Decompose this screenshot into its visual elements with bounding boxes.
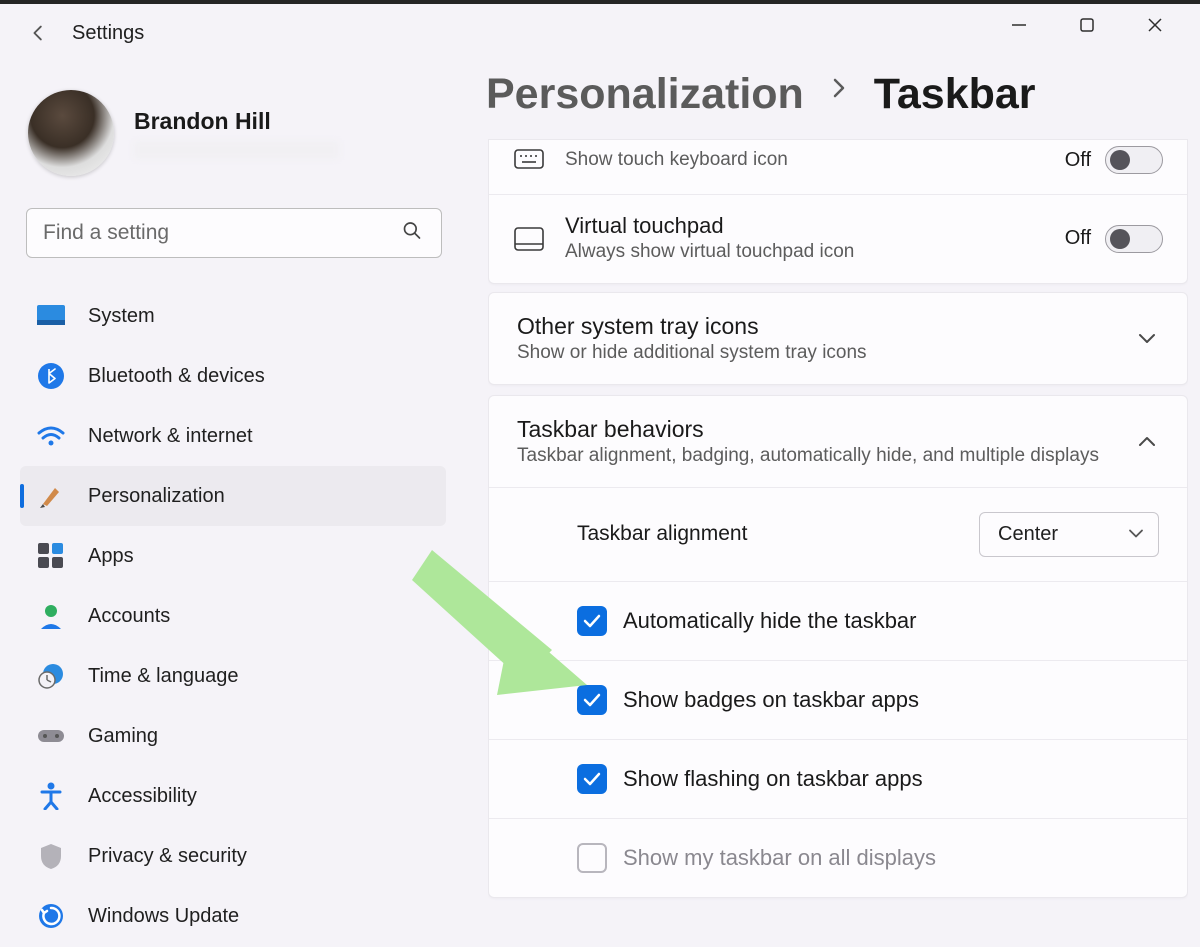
toggle-virtual-touchpad[interactable] bbox=[1105, 225, 1163, 253]
sidebar-item-label: Accounts bbox=[88, 605, 170, 628]
checkbox-label: Automatically hide the taskbar bbox=[623, 608, 917, 634]
chevron-down-icon bbox=[1128, 523, 1144, 546]
gamepad-icon bbox=[36, 721, 66, 751]
sidebar-item-windows-update[interactable]: Windows Update bbox=[20, 886, 446, 946]
maximize-button[interactable] bbox=[1070, 8, 1104, 42]
profile-email-redacted bbox=[134, 141, 339, 159]
update-icon bbox=[36, 901, 66, 931]
sidebar-item-label: System bbox=[88, 305, 155, 328]
alignment-label: Taskbar alignment bbox=[577, 522, 959, 546]
checkbox-label: Show flashing on taskbar apps bbox=[623, 766, 923, 792]
clock-globe-icon bbox=[36, 661, 66, 691]
sidebar-item-network[interactable]: Network & internet bbox=[20, 406, 446, 466]
sidebar-item-label: Network & internet bbox=[88, 425, 253, 448]
checkbox-auto-hide[interactable] bbox=[577, 606, 607, 636]
chevron-right-icon bbox=[830, 76, 848, 113]
avatar bbox=[28, 90, 114, 176]
sidebar-item-label: Personalization bbox=[88, 485, 225, 508]
checkbox-label: Show badges on taskbar apps bbox=[623, 687, 919, 713]
profile-name: Brandon Hill bbox=[134, 108, 339, 135]
setting-title: Virtual touchpad bbox=[565, 213, 1045, 239]
sidebar-item-label: Time & language bbox=[88, 665, 238, 688]
checkbox-label: Show my taskbar on all displays bbox=[623, 845, 936, 871]
sidebar-item-privacy[interactable]: Privacy & security bbox=[20, 826, 446, 886]
profile-block[interactable]: Brandon Hill bbox=[20, 90, 446, 202]
search-input[interactable] bbox=[26, 208, 442, 258]
chevron-up-icon bbox=[1135, 429, 1159, 453]
back-button[interactable] bbox=[24, 18, 54, 48]
shield-icon bbox=[36, 841, 66, 871]
toggle-touch-keyboard[interactable] bbox=[1105, 146, 1163, 174]
person-icon bbox=[36, 601, 66, 631]
sidebar-item-time-language[interactable]: Time & language bbox=[20, 646, 446, 706]
sidebar-item-label: Privacy & security bbox=[88, 845, 247, 868]
expander-title: Other system tray icons bbox=[517, 313, 1115, 340]
sidebar-item-accessibility[interactable]: Accessibility bbox=[20, 766, 446, 826]
toggle-state: Off bbox=[1065, 149, 1091, 172]
sidebar-item-apps[interactable]: Apps bbox=[20, 526, 446, 586]
sidebar-item-label: Gaming bbox=[88, 725, 158, 748]
sidebar-item-personalization[interactable]: Personalization bbox=[20, 466, 446, 526]
sidebar-item-label: Apps bbox=[88, 545, 134, 568]
sidebar-item-accounts[interactable]: Accounts bbox=[20, 586, 446, 646]
sidebar-item-label: Accessibility bbox=[88, 785, 197, 808]
sidebar-item-gaming[interactable]: Gaming bbox=[20, 706, 446, 766]
sidebar-item-bluetooth[interactable]: Bluetooth & devices bbox=[20, 346, 446, 406]
breadcrumb: Personalization Taskbar bbox=[480, 70, 1200, 139]
checkbox-badges[interactable] bbox=[577, 685, 607, 715]
search-icon bbox=[402, 221, 422, 246]
expander-title: Taskbar behaviors bbox=[517, 416, 1115, 443]
sidebar-item-label: Windows Update bbox=[88, 905, 239, 928]
monitor-icon bbox=[36, 301, 66, 331]
checkbox-all-displays bbox=[577, 843, 607, 873]
expander-taskbar-behaviors: Taskbar behaviors Taskbar alignment, bad… bbox=[488, 395, 1188, 898]
close-button[interactable] bbox=[1138, 8, 1172, 42]
breadcrumb-parent[interactable]: Personalization bbox=[486, 70, 804, 119]
minimize-button[interactable] bbox=[1002, 8, 1036, 42]
setting-subtitle: Show touch keyboard icon bbox=[565, 147, 865, 173]
row-badges[interactable]: Show badges on taskbar apps bbox=[489, 660, 1187, 739]
alignment-dropdown[interactable]: Center bbox=[979, 512, 1159, 557]
expander-subtitle: Taskbar alignment, badging, automaticall… bbox=[517, 445, 1115, 467]
wifi-icon bbox=[36, 421, 66, 451]
accessibility-icon bbox=[36, 781, 66, 811]
breadcrumb-current: Taskbar bbox=[874, 70, 1036, 119]
setting-virtual-touchpad[interactable]: Virtual touchpad Always show virtual tou… bbox=[489, 195, 1187, 283]
expander-subtitle: Show or hide additional system tray icon… bbox=[517, 342, 1115, 364]
row-flashing[interactable]: Show flashing on taskbar apps bbox=[489, 739, 1187, 818]
touchpad-icon bbox=[513, 223, 545, 255]
checkbox-flashing[interactable] bbox=[577, 764, 607, 794]
bluetooth-icon bbox=[36, 361, 66, 391]
toggle-state: Off bbox=[1065, 227, 1091, 250]
setting-touch-keyboard[interactable]: Show touch keyboard icon Off bbox=[489, 140, 1187, 195]
setting-subtitle: Always show virtual touchpad icon bbox=[565, 239, 865, 265]
row-all-displays: Show my taskbar on all displays bbox=[489, 818, 1187, 897]
expander-other-tray-icons[interactable]: Other system tray icons Show or hide add… bbox=[488, 292, 1188, 385]
chevron-down-icon bbox=[1135, 326, 1159, 350]
dropdown-value: Center bbox=[998, 523, 1058, 545]
app-title: Settings bbox=[72, 22, 144, 45]
keyboard-icon bbox=[513, 144, 545, 176]
apps-icon bbox=[36, 541, 66, 571]
sidebar-item-system[interactable]: System bbox=[20, 286, 446, 346]
paintbrush-icon bbox=[36, 481, 66, 511]
row-auto-hide[interactable]: Automatically hide the taskbar bbox=[489, 581, 1187, 660]
sidebar-item-label: Bluetooth & devices bbox=[88, 365, 265, 388]
row-taskbar-alignment: Taskbar alignment Center bbox=[489, 487, 1187, 581]
expander-header-behaviors[interactable]: Taskbar behaviors Taskbar alignment, bad… bbox=[489, 396, 1187, 487]
